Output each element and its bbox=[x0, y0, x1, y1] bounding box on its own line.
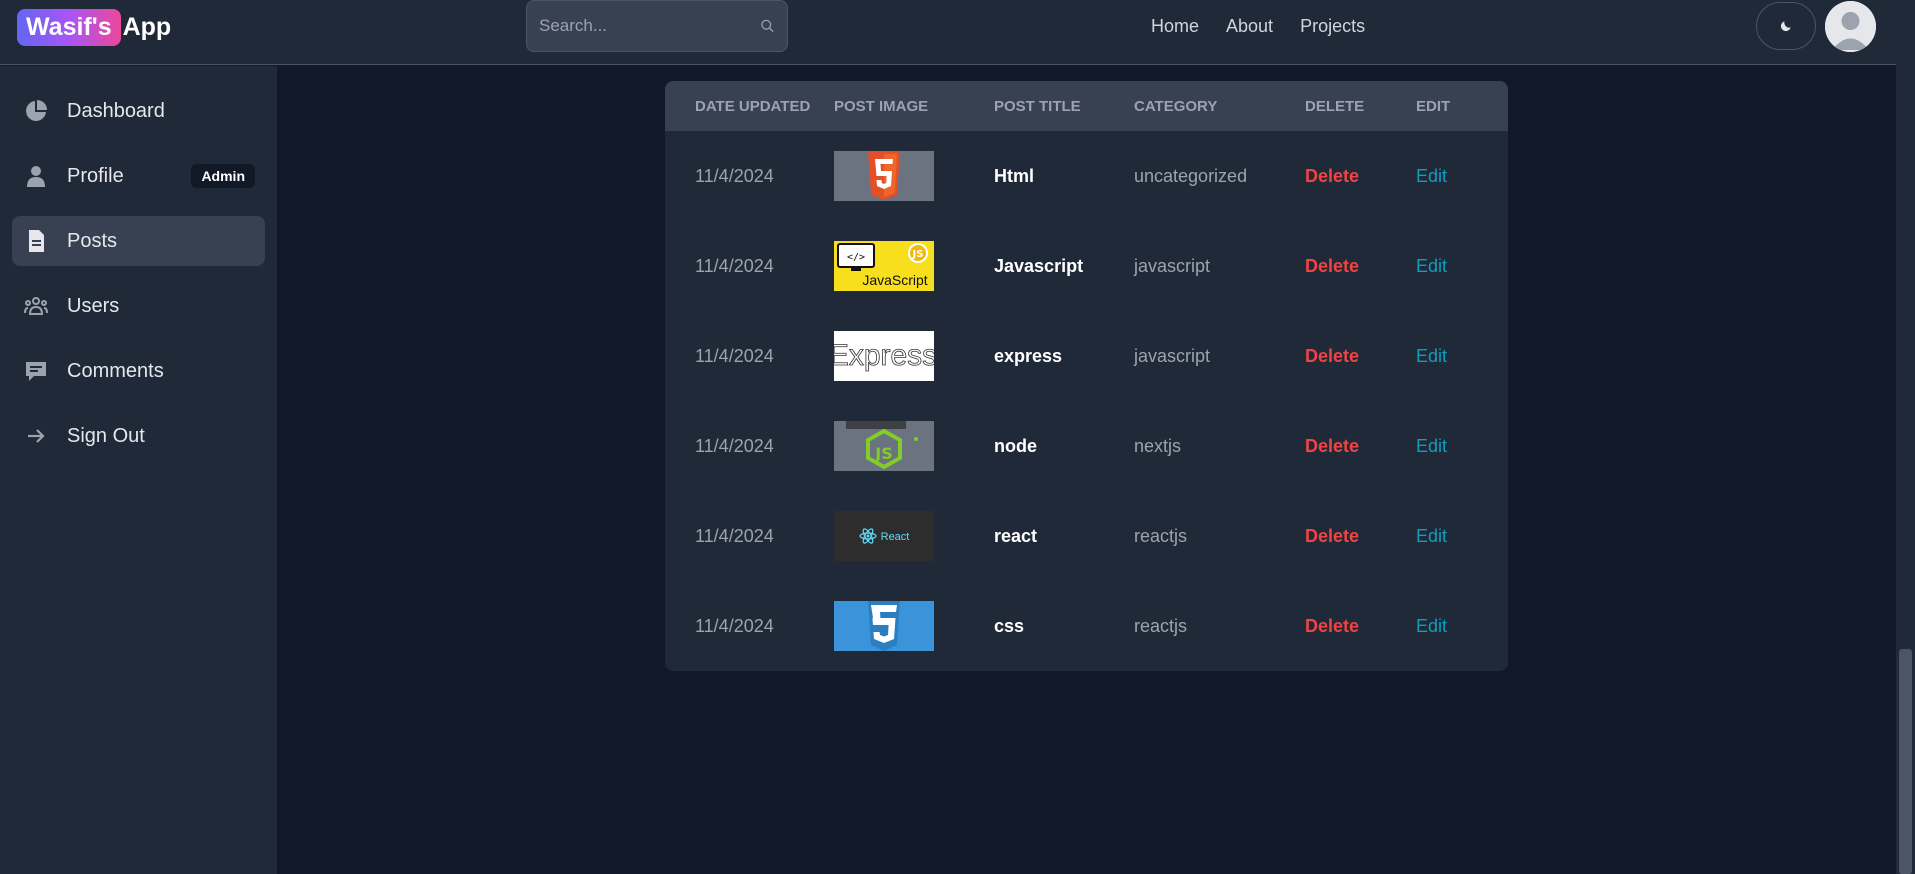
image-caption-text: Express bbox=[834, 339, 934, 372]
delete-button[interactable]: Delete bbox=[1305, 581, 1416, 671]
table-row: 11/4/2024 Html uncategorized Delete Edit bbox=[665, 131, 1508, 221]
html5-logo-image[interactable] bbox=[834, 151, 934, 201]
post-image-cell: JS bbox=[834, 401, 994, 491]
sidebar-item-dashboard[interactable]: Dashboard bbox=[12, 86, 265, 136]
post-category: javascript bbox=[1134, 255, 1211, 276]
sidebar-item-label: Sign Out bbox=[67, 424, 145, 447]
edit-link[interactable]: Edit bbox=[1416, 401, 1508, 491]
sidebar-item-label: Users bbox=[67, 294, 120, 317]
avatar-placeholder-icon bbox=[1825, 1, 1876, 52]
column-header-delete: DELETE bbox=[1305, 97, 1365, 115]
date-updated: 11/4/2024 bbox=[695, 165, 774, 186]
sidebar: Dashboard Profile Admin Posts Users Comm… bbox=[0, 66, 277, 874]
sidebar-item-profile[interactable]: Profile Admin bbox=[12, 151, 265, 201]
post-category: reactjs bbox=[1134, 525, 1188, 546]
comment-icon bbox=[26, 362, 46, 381]
svg-text:JS: JS bbox=[874, 444, 892, 463]
sidebar-item-label: Posts bbox=[67, 229, 118, 252]
post-image-cell: React bbox=[834, 491, 994, 581]
search-box bbox=[526, 0, 788, 52]
post-title[interactable]: Javascript bbox=[994, 221, 1134, 311]
sidebar-item-label: Profile bbox=[67, 164, 124, 187]
delete-button[interactable]: Delete bbox=[1305, 491, 1416, 581]
post-image-cell: Express bbox=[834, 311, 994, 401]
column-header-image: POST IMAGE bbox=[834, 97, 929, 115]
date-updated: 11/4/2024 bbox=[695, 345, 774, 366]
delete-button[interactable]: Delete bbox=[1305, 131, 1416, 221]
user-avatar[interactable] bbox=[1825, 1, 1876, 52]
post-image-cell bbox=[834, 131, 994, 221]
sidebar-item-label: Dashboard bbox=[67, 99, 165, 122]
role-badge: Admin bbox=[191, 164, 255, 188]
post-title[interactable]: express bbox=[994, 311, 1134, 401]
nav-home-link[interactable]: Home bbox=[1151, 16, 1199, 37]
sidebar-item-sign-out[interactable]: Sign Out bbox=[12, 411, 265, 461]
column-header-date: DATE UPDATED bbox=[695, 97, 811, 115]
delete-button[interactable]: Delete bbox=[1305, 311, 1416, 401]
table-row: 11/4/2024 </> JS JavaScript Javascript j… bbox=[665, 221, 1508, 311]
date-updated: 11/4/2024 bbox=[695, 435, 774, 456]
sidebar-item-posts[interactable]: Posts bbox=[12, 216, 265, 266]
table-row: 11/4/2024 Express express javascript Del… bbox=[665, 311, 1508, 401]
search-input[interactable] bbox=[539, 16, 760, 36]
edit-link[interactable]: Edit bbox=[1416, 131, 1508, 221]
table-row: 11/4/2024 css reactjs Delete Edit bbox=[665, 581, 1508, 671]
table-row: 11/4/2024 React react reactjs Delete Edi… bbox=[665, 491, 1508, 581]
delete-button[interactable]: Delete bbox=[1305, 221, 1416, 311]
users-group-icon bbox=[24, 297, 48, 315]
post-title[interactable]: node bbox=[994, 401, 1134, 491]
user-icon bbox=[27, 166, 45, 187]
date-updated: 11/4/2024 bbox=[695, 255, 774, 276]
post-image-cell bbox=[834, 581, 994, 671]
post-title[interactable]: css bbox=[994, 581, 1134, 671]
post-category: nextjs bbox=[1134, 435, 1182, 456]
nav-about-link[interactable]: About bbox=[1226, 16, 1273, 37]
date-updated: 11/4/2024 bbox=[695, 525, 774, 546]
post-category: uncategorized bbox=[1134, 165, 1248, 186]
express-logo-image[interactable]: Express bbox=[834, 331, 934, 381]
document-icon bbox=[29, 230, 44, 252]
javascript-logo-image[interactable]: </> JS JavaScript bbox=[834, 241, 934, 291]
date-updated: 11/4/2024 bbox=[695, 615, 774, 636]
css3-logo-image[interactable] bbox=[834, 601, 934, 651]
post-category: javascript bbox=[1134, 345, 1211, 366]
image-caption-text: JavaScript bbox=[862, 272, 927, 288]
search-icon[interactable] bbox=[760, 15, 775, 37]
moon-icon bbox=[1780, 21, 1791, 32]
sidebar-item-comments[interactable]: Comments bbox=[12, 346, 265, 396]
scrollbar-thumb[interactable] bbox=[1899, 649, 1912, 874]
sidebar-item-label: Comments bbox=[67, 359, 164, 382]
posts-table: DATE UPDATED POST IMAGE POST TITLE CATEG… bbox=[665, 81, 1508, 671]
theme-toggle-button[interactable] bbox=[1756, 2, 1816, 50]
table-row: 11/4/2024 JS node nextjs Delete Edit bbox=[665, 401, 1508, 491]
logo-badge: Wasif's bbox=[17, 8, 121, 46]
image-tag-text: </> bbox=[847, 252, 865, 263]
edit-link[interactable]: Edit bbox=[1416, 221, 1508, 311]
post-image-cell: </> JS JavaScript bbox=[834, 221, 994, 311]
column-header-category: CATEGORY bbox=[1134, 97, 1218, 115]
table-header-row: DATE UPDATED POST IMAGE POST TITLE CATEG… bbox=[665, 81, 1508, 131]
column-header-edit: EDIT bbox=[1416, 97, 1451, 115]
edit-link[interactable]: Edit bbox=[1416, 581, 1508, 671]
delete-button[interactable]: Delete bbox=[1305, 401, 1416, 491]
main-nav: Home About Projects bbox=[1151, 0, 1365, 52]
image-caption-text: React bbox=[881, 531, 910, 543]
arrow-right-icon bbox=[28, 429, 45, 443]
svg-text:JS: JS bbox=[912, 249, 924, 260]
sidebar-item-users[interactable]: Users bbox=[12, 281, 265, 331]
pie-chart-icon bbox=[26, 100, 47, 121]
nodejs-logo-image[interactable]: JS bbox=[834, 421, 934, 471]
app-logo[interactable]: Wasif's App bbox=[17, 6, 171, 48]
page-scrollbar[interactable] bbox=[1896, 0, 1915, 874]
column-header-title: POST TITLE bbox=[994, 97, 1081, 115]
edit-link[interactable]: Edit bbox=[1416, 491, 1508, 581]
post-title[interactable]: react bbox=[994, 491, 1134, 581]
post-category: reactjs bbox=[1134, 615, 1188, 636]
nav-projects-link[interactable]: Projects bbox=[1300, 16, 1365, 37]
edit-link[interactable]: Edit bbox=[1416, 311, 1508, 401]
logo-text: App bbox=[122, 12, 172, 41]
top-header: Wasif's App Home About Projects bbox=[0, 0, 1896, 65]
react-logo-image[interactable]: React bbox=[834, 511, 934, 561]
post-title[interactable]: Html bbox=[994, 131, 1134, 221]
